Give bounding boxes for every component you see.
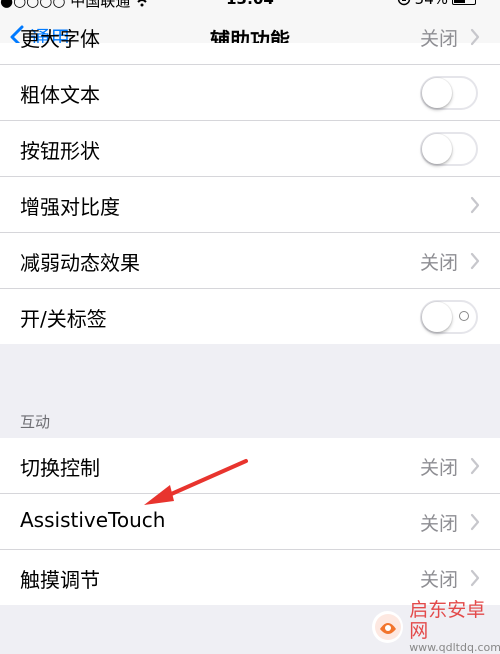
setting-row[interactable]: 开/关标签 <box>0 288 500 344</box>
toggle-knob <box>422 78 452 108</box>
toggle-switch[interactable] <box>420 132 478 166</box>
watermark: 启东安卓网 www.qdltdq.com <box>372 600 500 654</box>
battery-icon <box>452 0 476 5</box>
toggle-knob <box>422 134 452 164</box>
setting-row[interactable]: 触摸调节 关闭 <box>0 549 500 605</box>
setting-value: 关闭 <box>419 569 458 591</box>
chevron-right-icon <box>470 569 480 587</box>
chevron-right-icon <box>470 28 480 46</box>
setting-label: 更大字体 <box>20 27 100 51</box>
setting-label: 开/关标签 <box>20 307 107 331</box>
toggle-switch[interactable] <box>420 76 478 110</box>
setting-label: 按钮形状 <box>20 139 100 163</box>
setting-row[interactable]: 更大字体 关闭 <box>0 9 500 64</box>
setting-row[interactable]: 粗体文本 <box>0 64 500 120</box>
setting-value: 关闭 <box>419 513 458 535</box>
setting-label: 增强对比度 <box>20 195 120 219</box>
setting-label: 触摸调节 <box>20 568 100 592</box>
setting-row[interactable]: AssistiveTouch 关闭 <box>0 493 500 549</box>
watermark-logo-icon <box>372 610 404 643</box>
chevron-right-icon <box>470 196 480 214</box>
setting-row[interactable]: 按钮形状 <box>0 120 500 176</box>
setting-row[interactable]: 切换控制 关闭 <box>0 438 500 493</box>
display-settings-group: 更大字体 关闭 粗体文本 按钮形状 增强对比度 减弱动态效果 关闭 开/关标签 <box>0 27 500 344</box>
orientation-lock-icon <box>397 0 410 6</box>
off-label-icon <box>459 311 469 321</box>
setting-value: 关闭 <box>419 457 458 479</box>
chevron-right-icon <box>470 252 480 270</box>
annotation-arrow-icon <box>144 459 248 505</box>
watermark-url: www.qdltdq.com <box>409 640 500 654</box>
setting-row[interactable]: 减弱动态效果 关闭 <box>0 232 500 288</box>
setting-label: 切换控制 <box>20 456 100 480</box>
setting-value: 关闭 <box>419 252 458 274</box>
toggle-switch[interactable] <box>420 300 478 334</box>
chevron-right-icon <box>470 513 480 531</box>
section-header-interaction: 互动 <box>20 413 51 431</box>
toggle-knob <box>422 302 452 332</box>
watermark-name: 启东安卓网 <box>409 599 486 642</box>
interaction-settings-group: 切换控制 关闭 AssistiveTouch 关闭 触摸调节 关闭 <box>0 438 500 605</box>
setting-label: 粗体文本 <box>20 83 100 107</box>
setting-label: 减弱动态效果 <box>20 251 140 275</box>
chevron-right-icon <box>470 457 480 475</box>
setting-row[interactable]: 增强对比度 <box>0 176 500 232</box>
setting-value: 关闭 <box>419 28 458 50</box>
setting-label: AssistiveTouch <box>20 508 166 532</box>
battery-percent: 54% <box>415 0 448 8</box>
